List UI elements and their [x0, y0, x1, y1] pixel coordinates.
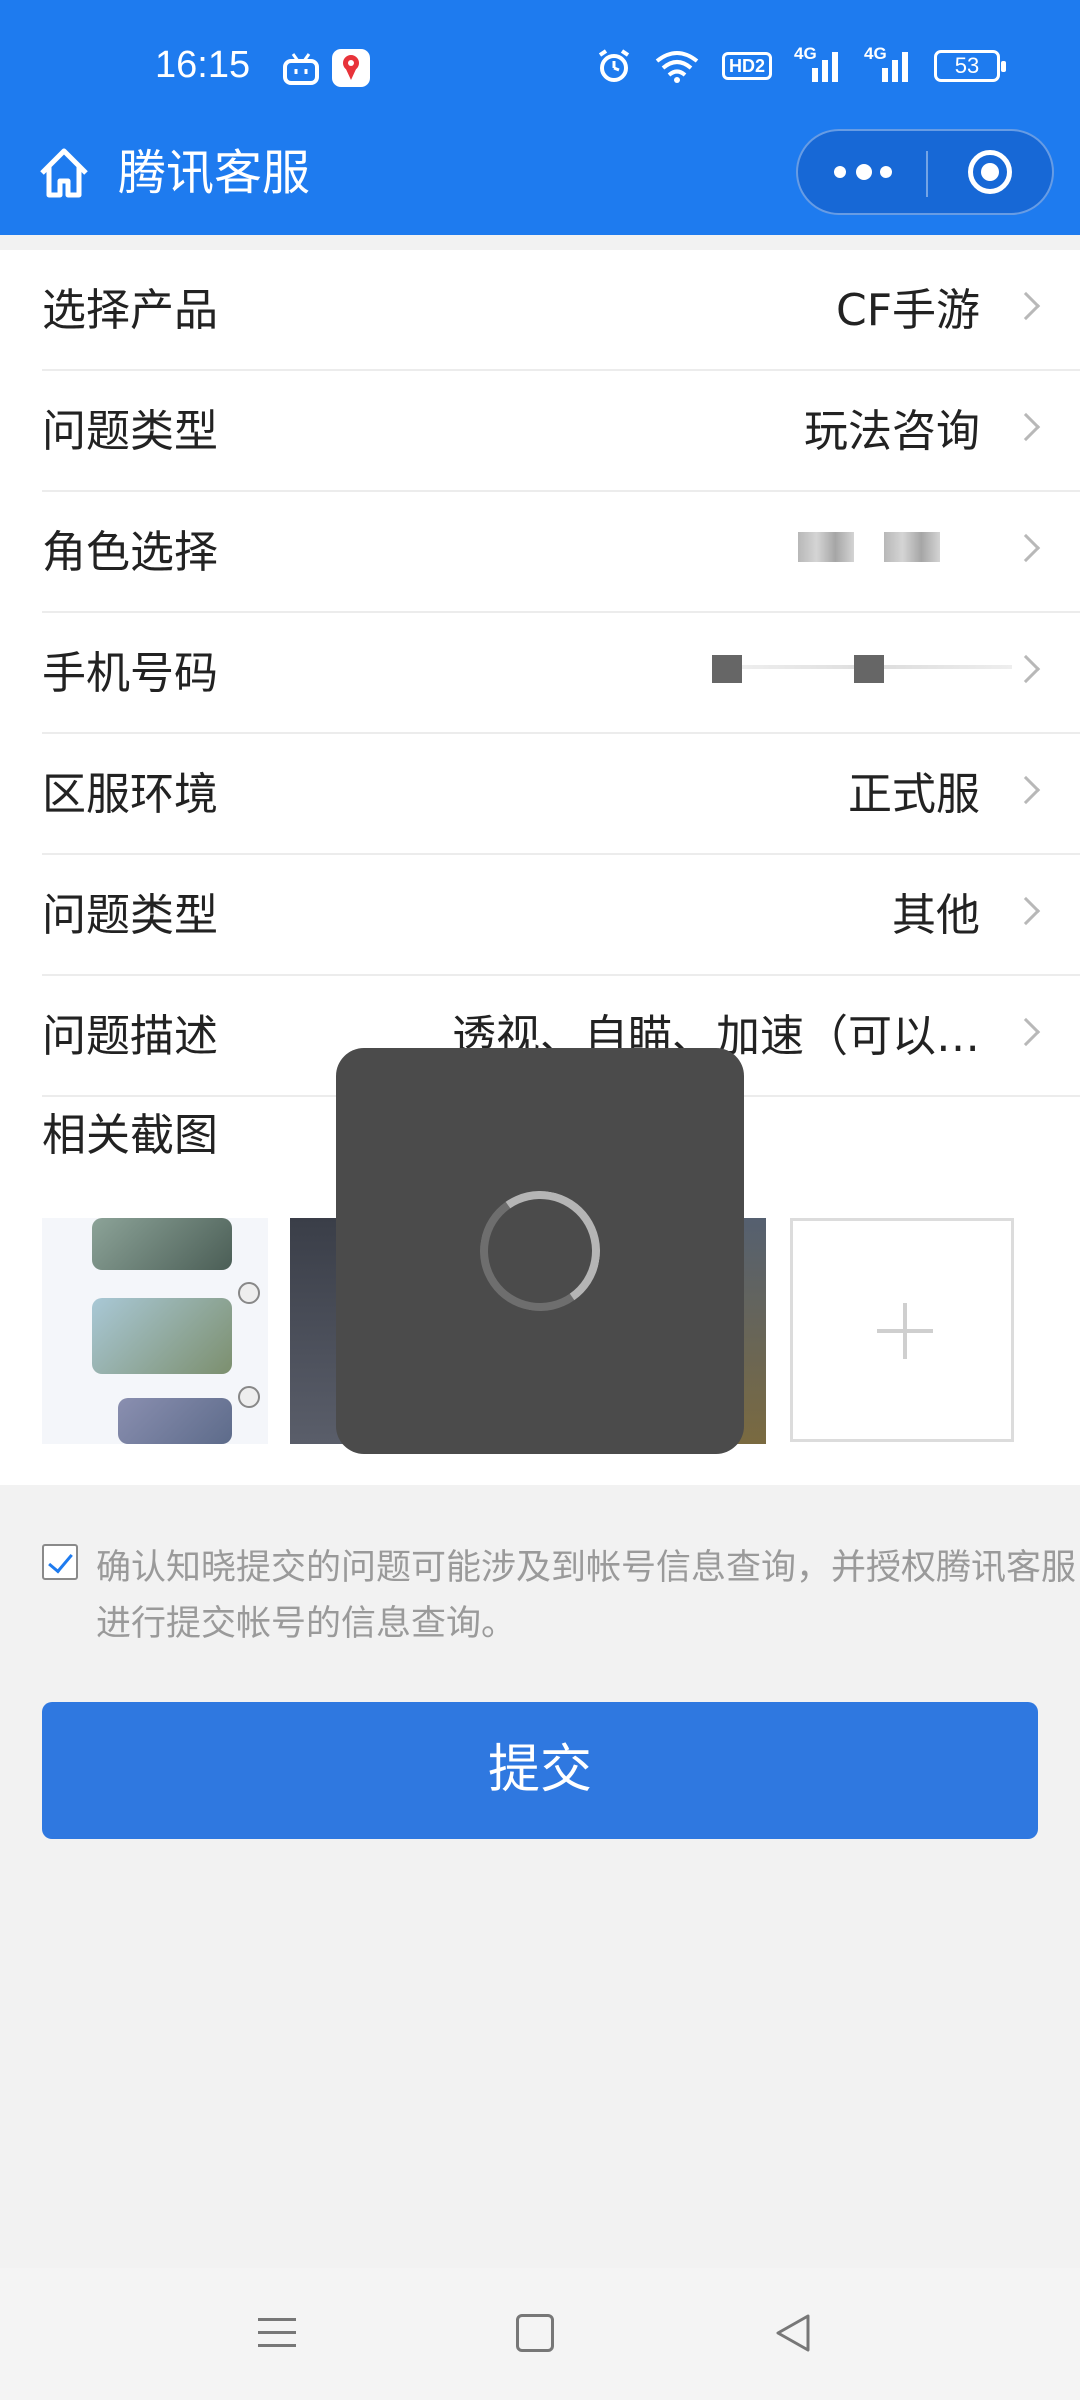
redacted-value: [884, 532, 940, 562]
row-label: 问题类型: [42, 406, 218, 457]
tv-icon: [283, 53, 319, 85]
chevron-right-icon: [1011, 412, 1041, 442]
row-product[interactable]: 选择产品 CF手游: [42, 250, 1080, 371]
add-screenshot-button[interactable]: [790, 1218, 1014, 1442]
wifi-icon: [655, 51, 699, 83]
row-value: 玩法咨询: [804, 406, 980, 457]
row-label: 区服环境: [42, 769, 218, 820]
loading-toast: [336, 1048, 744, 1454]
row-value: 正式服: [848, 769, 980, 820]
battery-icon: 53: [934, 50, 1006, 82]
status-icons: HD2 4G 4G 53: [596, 44, 1006, 84]
thumbnail-image: [92, 1218, 232, 1270]
screenshot-thumbnail[interactable]: [42, 1218, 268, 1444]
redacted-value: [854, 655, 884, 683]
chevron-right-icon: [1011, 775, 1041, 805]
signal-icon: 4G: [794, 44, 842, 84]
redacted-value: [798, 532, 854, 562]
avatar: [238, 1386, 260, 1408]
chevron-right-icon: [1011, 1017, 1041, 1047]
status-bar: 16:15 HD2 4G 4G 53: [0, 0, 1080, 135]
close-miniprogram-button[interactable]: [928, 131, 1052, 213]
thumbnail-image: [118, 1398, 232, 1444]
row-value: 其他: [892, 890, 980, 941]
row-issue-type[interactable]: 问题类型 玩法咨询: [42, 371, 1080, 492]
agreement-checkbox[interactable]: [42, 1544, 78, 1580]
row-server[interactable]: 区服环境 正式服: [42, 734, 1080, 855]
row-label: 选择产品: [42, 285, 218, 336]
system-nav-bar: [0, 2268, 1080, 2400]
chevron-right-icon: [1011, 533, 1041, 563]
thumbnail-image: [92, 1298, 232, 1374]
network-type-1: 4G: [794, 44, 817, 63]
row-role[interactable]: 角色选择: [42, 492, 1080, 613]
alarm-icon: [598, 49, 630, 82]
chevron-right-icon: [1011, 896, 1041, 926]
row-issue-type-2[interactable]: 问题类型 其他: [42, 855, 1080, 976]
row-label: 问题类型: [42, 890, 218, 941]
screenshots-label: 相关截图: [42, 1110, 218, 1161]
title-bar: 腾讯客服: [0, 129, 1080, 235]
agreement-text: 确认知晓提交的问题可能涉及到帐号信息查询，并授权腾讯客服进行提交帐号的信息查询。: [96, 1548, 1077, 1644]
submit-button[interactable]: 提交: [42, 1702, 1038, 1839]
capsule-menu: [796, 129, 1054, 215]
back-button[interactable]: [772, 2312, 814, 2354]
row-label: 问题描述: [42, 1011, 218, 1062]
row-label: 手机号码: [42, 648, 218, 699]
map-pin-icon: [332, 49, 370, 87]
loading-spinner-icon: [470, 1181, 610, 1321]
row-phone[interactable]: 手机号码: [42, 613, 1080, 734]
page-title: 腾讯客服: [118, 145, 311, 201]
avatar: [238, 1282, 260, 1304]
recent-apps-button[interactable]: [258, 2314, 296, 2352]
target-icon: [968, 150, 1012, 194]
redacted-value: [712, 655, 742, 683]
chevron-right-icon: [1011, 291, 1041, 321]
row-value: CF手游: [835, 285, 980, 336]
row-label: 角色选择: [42, 527, 218, 578]
status-time: 16:15: [155, 44, 251, 86]
home-icon[interactable]: [36, 145, 92, 201]
more-button[interactable]: [798, 131, 926, 213]
network-type-2: 4G: [864, 44, 887, 63]
home-button[interactable]: [516, 2314, 554, 2352]
signal-icon-2: 4G: [864, 44, 912, 84]
more-icon: [834, 166, 846, 178]
chevron-right-icon: [1011, 654, 1041, 684]
hd-badge: HD2: [721, 52, 772, 80]
